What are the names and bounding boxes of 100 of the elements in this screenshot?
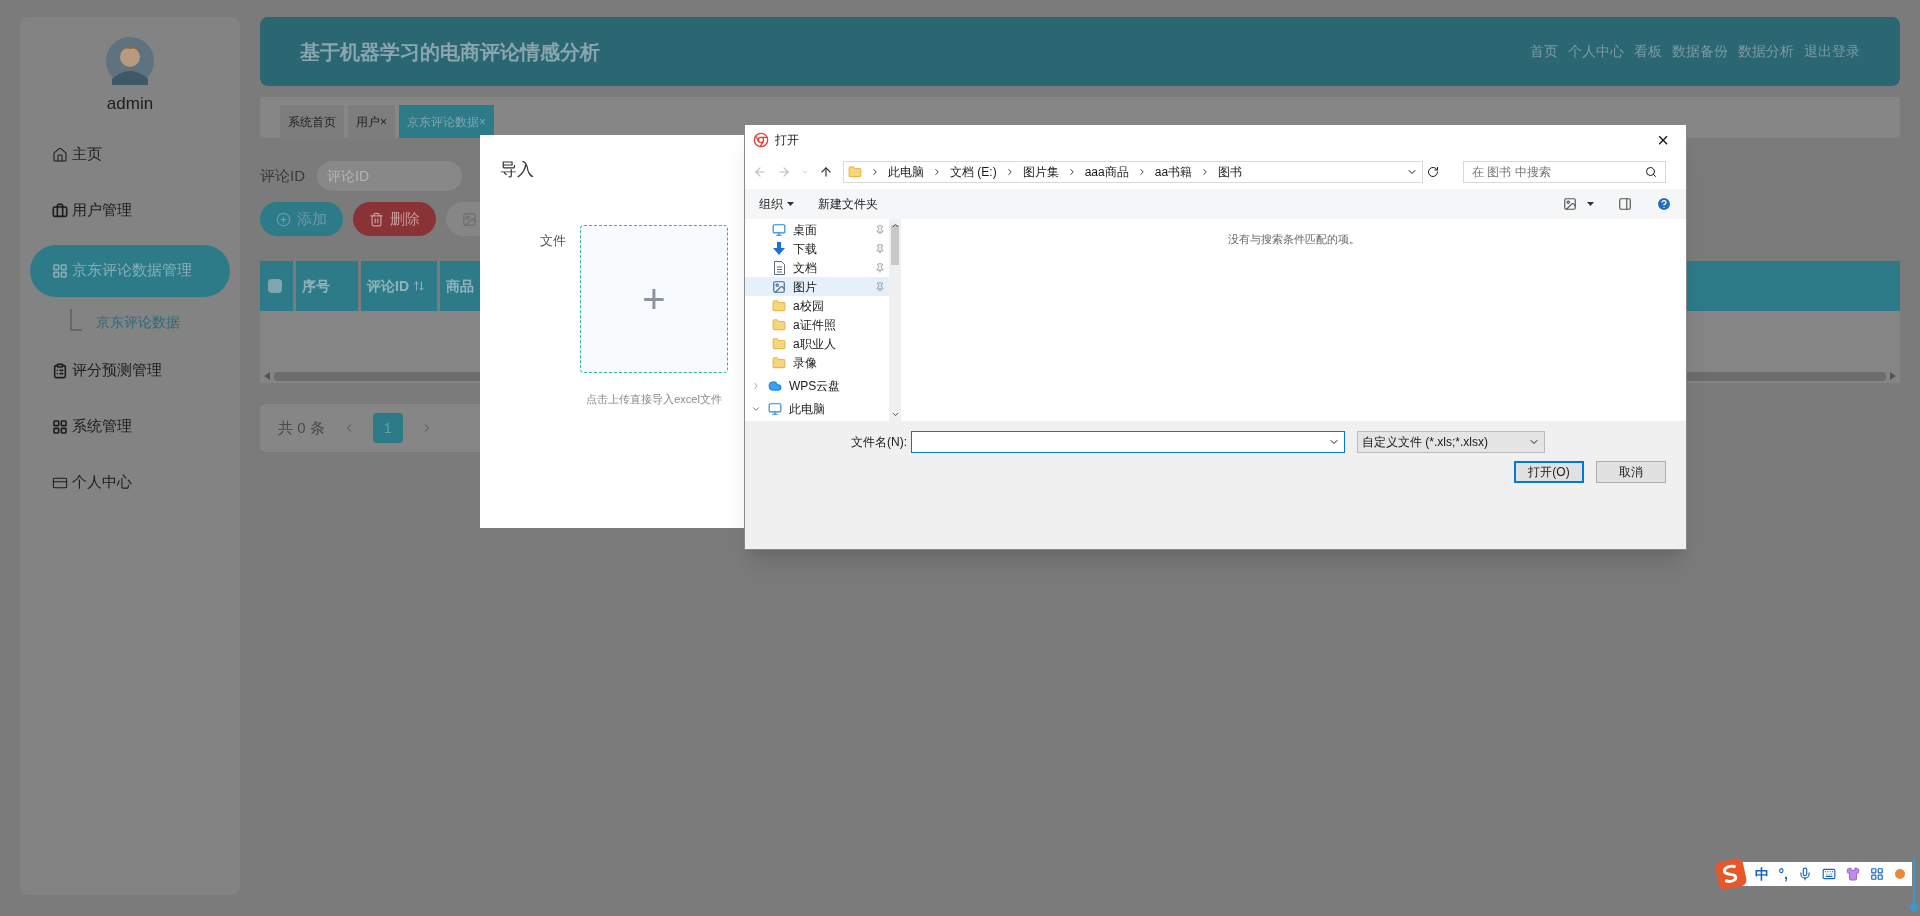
nav-pane-item[interactable]: WPS云盘 (745, 376, 889, 395)
caret-icon[interactable] (1587, 202, 1594, 206)
total-count: 共 0 条 (278, 417, 325, 438)
folder-icon (771, 335, 787, 352)
download-icon (771, 240, 787, 257)
sort-icon (413, 280, 425, 292)
briefcase-icon (52, 202, 68, 219)
mascot-icon[interactable] (1894, 868, 1906, 880)
refresh-icon[interactable] (1427, 166, 1439, 178)
menu-item[interactable]: 评分预测管理 (30, 344, 230, 397)
upload-hint: 点击上传直接导入excel文件 (586, 391, 722, 407)
search-input[interactable]: 在 图书 中搜索 (1472, 163, 1622, 181)
dialog-button[interactable]: 打开(O) (1514, 461, 1584, 483)
menu-item[interactable]: 系统管理 (30, 400, 230, 453)
nav-pane-item[interactable]: 桌面 (745, 220, 889, 239)
nav-pane-item[interactable]: 图片 (745, 277, 889, 296)
nav-label: 下载 (793, 240, 818, 258)
nav-pane-item[interactable]: 下载 (745, 239, 889, 258)
folder-icon (848, 165, 862, 179)
checkbox[interactable] (268, 279, 282, 293)
nav-label: WPS云盘 (789, 377, 842, 395)
menu-label: 评分预测管理 (72, 360, 162, 381)
menu-item[interactable]: 用户管理 (30, 184, 230, 237)
nav-label: a证件照 (793, 316, 837, 334)
organize-menu[interactable]: 组织 (759, 195, 794, 213)
expand-icon[interactable] (751, 380, 761, 391)
help-icon[interactable] (1656, 196, 1672, 212)
search-label: 评论ID (260, 165, 305, 186)
breadcrumb-item[interactable]: 此电脑 (888, 163, 924, 181)
scroll-up-icon (890, 221, 900, 230)
up-icon[interactable] (819, 165, 833, 179)
file-type-select[interactable]: 自定义文件 (*.xls;*.xlsx) (1357, 431, 1545, 453)
action-button[interactable]: 删除 (353, 202, 436, 236)
breadcrumb-item[interactable]: 文档 (E:) (950, 163, 997, 181)
breadcrumb-separator-icon (932, 167, 942, 177)
monitor-icon (771, 221, 787, 238)
empty-message: 没有与搜索条件匹配的项。 (1227, 232, 1360, 247)
caret-icon (787, 202, 794, 206)
folder-search-field[interactable]: 在 图书 中搜索 (1463, 161, 1666, 183)
menu-item[interactable]: 个人中心 (30, 456, 230, 509)
nav-pane-item[interactable]: a职业人 (745, 334, 889, 353)
vertical-scrollbar[interactable] (889, 219, 901, 421)
search-icon (1645, 166, 1657, 178)
preview-pane-icon[interactable] (1618, 197, 1632, 211)
tree-connector-icon (70, 308, 82, 331)
dialog-button[interactable]: 取消 (1596, 461, 1666, 483)
page-tab[interactable]: 用户× (348, 105, 395, 138)
username: admin (106, 93, 154, 115)
folder-icon (771, 316, 787, 333)
nav-pane-item[interactable]: 录像 (745, 353, 889, 372)
breadcrumb-separator-icon (870, 167, 880, 177)
menu-label: 京东评论数据管理 (72, 260, 192, 281)
image-icon (462, 211, 477, 227)
menu-label: 个人中心 (72, 472, 132, 493)
back-icon[interactable] (753, 165, 767, 179)
menu-label: 系统管理 (72, 416, 132, 437)
forward-icon[interactable] (777, 165, 791, 179)
scrollbar-thumb[interactable] (891, 225, 899, 265)
breadcrumb-item[interactable]: aaa商品 (1084, 163, 1129, 181)
address-bar[interactable]: 此电脑 文档 (E:) 图片集 aaa商品 aa书籍 图书 (843, 161, 1423, 183)
nav-label: 图片 (793, 278, 818, 296)
nav-label: 桌面 (793, 221, 818, 239)
trash-icon (369, 211, 384, 227)
filename-field[interactable] (911, 431, 1345, 453)
nav-pane-item[interactable]: 此电脑 (745, 399, 889, 418)
nav-pane-item[interactable]: 文档 (745, 258, 889, 277)
microphone-icon[interactable] (1798, 867, 1812, 881)
page-tab[interactable]: 系统首页 (280, 105, 344, 138)
view-icon[interactable] (1563, 197, 1577, 211)
breadcrumb-item[interactable]: aa书籍 (1154, 163, 1193, 181)
keyboard-icon[interactable] (1822, 867, 1836, 881)
nav-label: a校园 (793, 297, 825, 315)
file-label: 文件 (540, 231, 566, 250)
punctuation-mode[interactable]: °, (1778, 863, 1788, 885)
scroll-right-icon (1890, 372, 1896, 380)
document-icon (771, 259, 787, 276)
filename-label: 文件名(N): (851, 434, 907, 451)
shirt-icon[interactable] (1846, 867, 1860, 881)
nav-pane-item[interactable]: a证件照 (745, 315, 889, 334)
scroll-left-icon (264, 372, 270, 380)
scroll-down-icon (890, 410, 900, 419)
breadcrumb-item[interactable]: 图书 (1218, 163, 1243, 181)
scroll-handle-icon[interactable] (1910, 858, 1918, 912)
avatar (106, 37, 154, 85)
nav-pane-item[interactable]: a校园 (745, 296, 889, 315)
breadcrumb-item[interactable]: 图片集 (1022, 163, 1059, 181)
clipboard-icon (52, 362, 68, 379)
nav-label: 录像 (793, 354, 818, 372)
browser-icon (753, 132, 769, 148)
home-icon (52, 146, 68, 163)
grid-icon[interactable] (1870, 867, 1884, 881)
menu-item[interactable]: 主页 (30, 128, 230, 181)
toolbar-button[interactable]: 新建文件夹 (818, 195, 878, 213)
picture-folder-icon (771, 278, 787, 295)
plus-circle-icon (276, 211, 291, 227)
menu-label: 用户管理 (72, 200, 132, 221)
close-button[interactable]: × (1648, 130, 1678, 150)
app-title: 基于机器学习的电商评论情感分析 (300, 39, 600, 65)
input-mode[interactable]: 中 (1754, 863, 1769, 885)
nav-label: a职业人 (793, 335, 837, 353)
